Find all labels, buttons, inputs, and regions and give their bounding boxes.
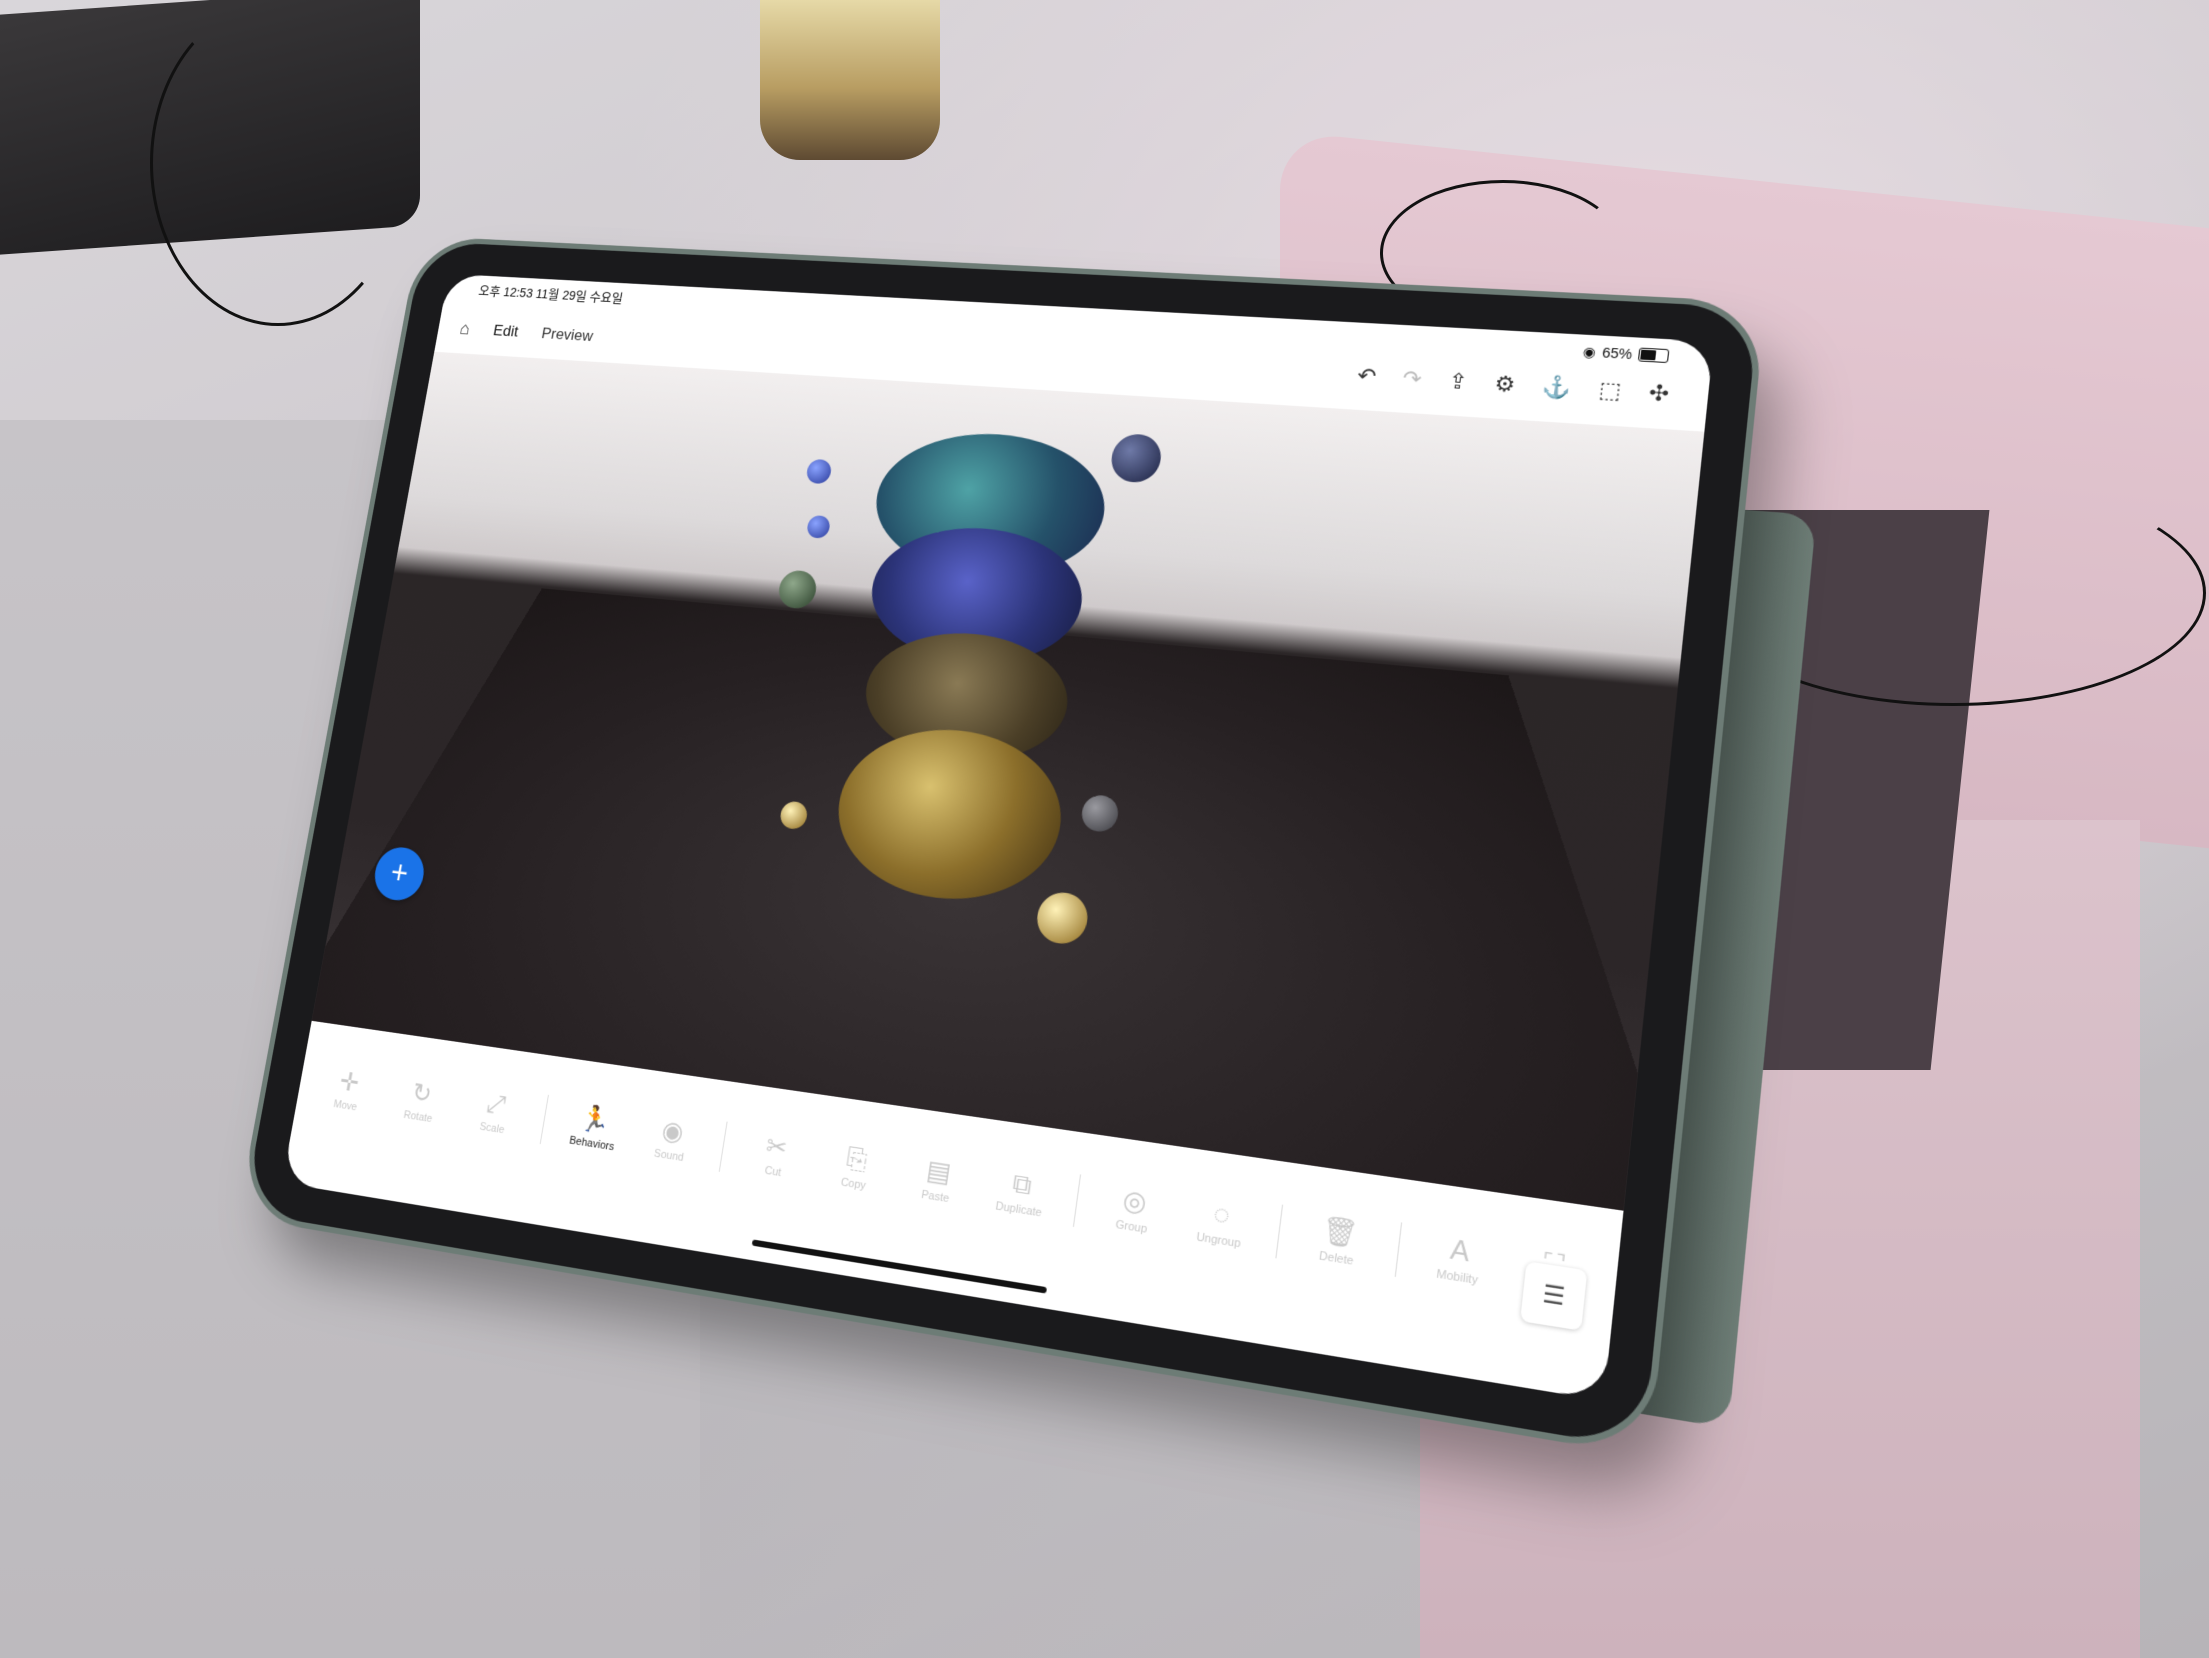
select-icon[interactable]: ⬚ — [1598, 377, 1623, 404]
layers-button[interactable]: ☰ — [1520, 1261, 1588, 1331]
tool-label: Ungroup — [1195, 1230, 1242, 1251]
tool-behaviors[interactable]: 🏃 Behaviors — [564, 1100, 624, 1153]
sphere — [778, 800, 809, 831]
copy-icon: ⎘ — [844, 1141, 870, 1176]
tool-rotate[interactable]: ↻ Rotate — [392, 1075, 450, 1127]
tool-label: Duplicate — [994, 1200, 1043, 1220]
tool-group[interactable]: ◎ Group — [1101, 1181, 1167, 1239]
tool-label: Delete — [1318, 1249, 1355, 1269]
tool-delete[interactable]: 🗑 Delete — [1304, 1211, 1372, 1270]
toolbar-separator — [539, 1094, 549, 1145]
mobility-icon: A — [1448, 1232, 1472, 1269]
tab-preview[interactable]: Preview — [540, 325, 594, 346]
tool-copy[interactable]: ⎘ Copy — [824, 1139, 887, 1194]
group-icon: ◎ — [1121, 1183, 1149, 1219]
share-icon[interactable]: ⇪ — [1447, 368, 1469, 394]
tool-label: Mobility — [1435, 1267, 1479, 1288]
ungroup-icon: ◌ — [1211, 1196, 1232, 1232]
sound-icon: ◉ — [659, 1114, 686, 1148]
delete-icon: 🗑 — [1319, 1212, 1360, 1251]
duplicate-icon: ⧉ — [1010, 1166, 1034, 1201]
home-icon[interactable]: ⌂ — [458, 319, 472, 340]
anchor-icon[interactable]: ⚓ — [1541, 374, 1573, 401]
sphere — [1108, 432, 1164, 484]
sphere — [805, 458, 833, 485]
transform-icon[interactable]: ✣ — [1648, 380, 1671, 407]
toolbar-separator — [718, 1121, 728, 1172]
photo-background: 오후 12:53 11월 29일 수요일 ◉ 65% ⌂ Edit Previe… — [0, 0, 2209, 1658]
scale-icon: ⤢ — [484, 1088, 508, 1121]
tool-label: Paste — [920, 1188, 950, 1206]
redo-icon[interactable]: ↷ — [1401, 366, 1423, 392]
sphere — [805, 514, 832, 539]
tool-label: Rotate — [402, 1109, 434, 1126]
tool-label: Group — [1114, 1218, 1148, 1236]
toolbar-separator — [1275, 1204, 1284, 1259]
tool-label: Sound — [653, 1147, 685, 1165]
tab-edit[interactable]: Edit — [492, 322, 519, 341]
cable — [150, 0, 406, 326]
tool-ungroup[interactable]: ◌ Ungroup — [1187, 1194, 1254, 1252]
status-right: ◉ 65% — [1582, 343, 1670, 365]
move-icon: ✛ — [337, 1066, 362, 1098]
sphere — [1079, 793, 1121, 834]
cloud-layer-gold — [826, 719, 1072, 912]
sphere — [1034, 889, 1091, 947]
nav-tools: ↶ ↷ ⇪ ⚙ ⚓ ⬚ ✣ — [1356, 363, 1670, 407]
tool-cut[interactable]: ✂ Cut — [744, 1127, 806, 1182]
tool-label: Scale — [478, 1120, 506, 1137]
status-time-date: 오후 12:53 11월 29일 수요일 — [477, 283, 625, 306]
tool-label: Copy — [839, 1176, 867, 1193]
tool-duplicate[interactable]: ⧉ Duplicate — [989, 1164, 1054, 1221]
tool-paste[interactable]: ▤ Paste — [906, 1151, 970, 1207]
tool-move[interactable]: ✛ Move — [319, 1064, 377, 1116]
cut-icon: ✂ — [764, 1129, 790, 1164]
tool-label: Behaviors — [568, 1134, 615, 1154]
toolbar-separator — [1394, 1222, 1403, 1277]
tool-sound[interactable]: ◉ Sound — [641, 1112, 702, 1166]
battery-icon — [1637, 347, 1670, 364]
toolbar-separator — [1072, 1174, 1082, 1227]
tool-label: Move — [332, 1098, 358, 1114]
settings-icon[interactable]: ⚙ — [1493, 371, 1516, 398]
battery-fill — [1640, 349, 1657, 361]
tool-label: Cut — [763, 1164, 782, 1180]
wifi-icon: ◉ — [1582, 343, 1597, 360]
tool-scale[interactable]: ⤢ Scale — [465, 1086, 524, 1139]
behaviors-icon: 🏃 — [578, 1102, 613, 1137]
tool-mobility[interactable]: A Mobility — [1424, 1229, 1494, 1289]
sphere — [776, 569, 819, 610]
drink-cup — [760, 0, 940, 160]
paste-icon: ▤ — [924, 1153, 954, 1189]
rotate-icon: ↻ — [410, 1076, 435, 1109]
battery-percent: 65% — [1601, 344, 1634, 363]
undo-icon[interactable]: ↶ — [1356, 363, 1378, 389]
